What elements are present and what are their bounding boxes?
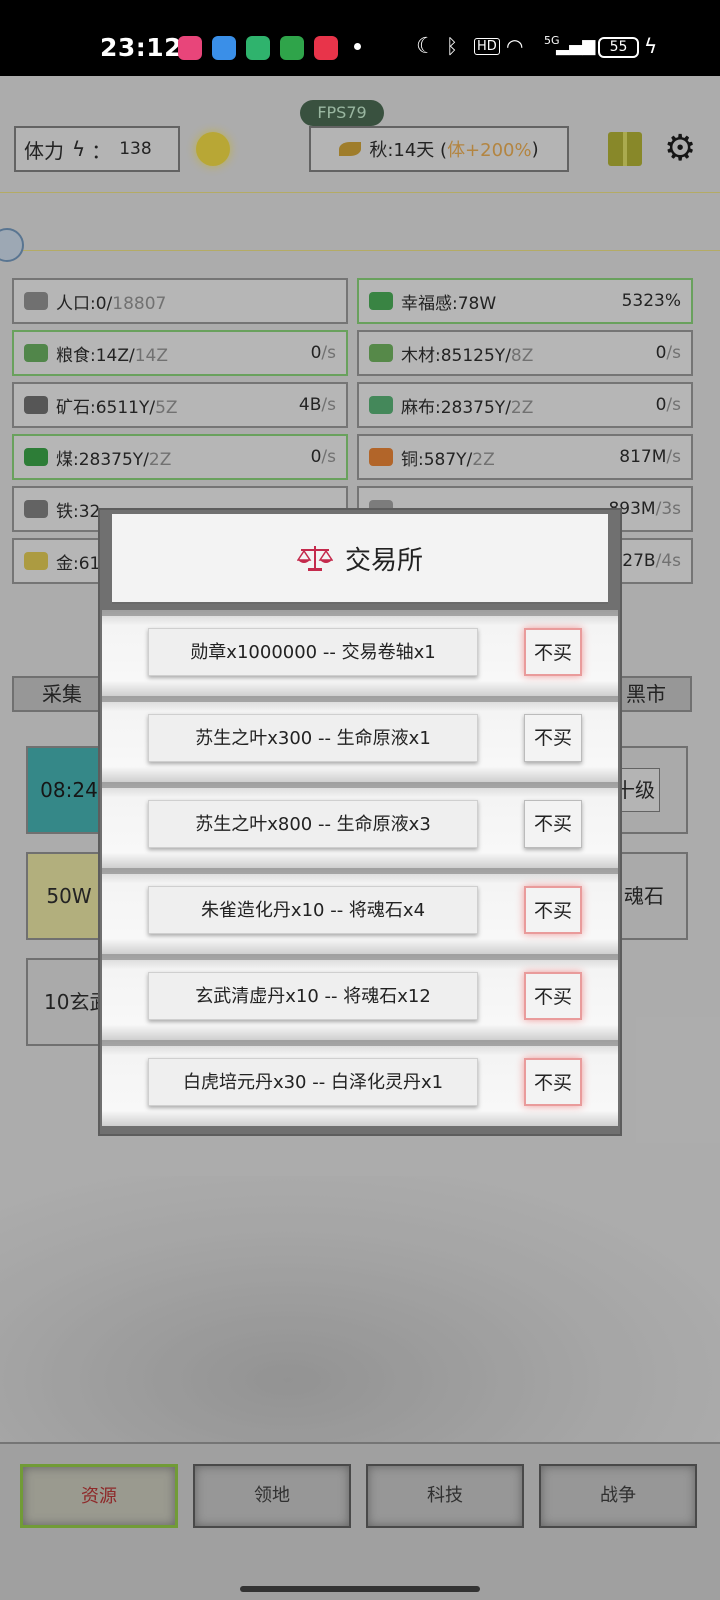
trade-offer[interactable]: 苏生之叶x800 -- 生命原液x3 <box>148 800 478 848</box>
modal-header: 交易所 <box>112 514 608 604</box>
status-bar: 23:12 ☾ ᛒ HD ◠ 5G ▂▄▆ 55 ϟ <box>0 0 720 76</box>
notification-app-icon <box>178 36 202 60</box>
trade-offer[interactable]: 玄武清虚丹x10 -- 将魂石x12 <box>148 972 478 1020</box>
trade-offer[interactable]: 朱雀造化丹x10 -- 将魂石x4 <box>148 886 478 934</box>
dont-buy-button[interactable]: 不买 <box>524 714 582 762</box>
battery-icon: 55 <box>598 37 639 58</box>
trade-offer[interactable]: 勋章x1000000 -- 交易卷轴x1 <box>148 628 478 676</box>
status-time: 23:12 <box>100 33 183 62</box>
trade-list: 勋章x1000000 -- 交易卷轴x1 不买 苏生之叶x300 -- 生命原液x1… <box>100 610 620 1134</box>
charging-icon: ϟ <box>644 34 658 58</box>
moon-icon: ☾ <box>416 34 436 59</box>
wifi-icon: ◠ <box>506 34 524 58</box>
trade-row: 勋章x1000000 -- 交易卷轴x1 不买 <box>102 610 618 696</box>
trade-offer[interactable]: 白虎培元丹x30 -- 白泽化灵丹x1 <box>148 1058 478 1106</box>
bluetooth-icon: ᛒ <box>446 34 458 58</box>
notification-app-icon <box>314 36 338 60</box>
trade-row: 苏生之叶x800 -- 生命原液x3 不买 <box>102 782 618 868</box>
home-indicator[interactable] <box>240 1586 480 1592</box>
exchange-modal: 交易所 勋章x1000000 -- 交易卷轴x1 不买 苏生之叶x300 -- 生命… <box>100 510 620 1134</box>
dont-buy-button[interactable]: 不买 <box>524 886 582 934</box>
hd-icon: HD <box>474 38 500 55</box>
trade-row: 苏生之叶x300 -- 生命原液x1 不买 <box>102 696 618 782</box>
more-notifications-dot <box>354 43 361 50</box>
trade-offer[interactable]: 苏生之叶x300 -- 生命原液x1 <box>148 714 478 762</box>
modal-title: 交易所 <box>344 545 423 576</box>
dont-buy-button[interactable]: 不买 <box>524 628 582 676</box>
trade-row: 白虎培元丹x30 -- 白泽化灵丹x1 不买 <box>102 1040 618 1126</box>
scale-icon <box>296 546 333 571</box>
notification-app-icon <box>246 36 270 60</box>
notification-app-icon <box>212 36 236 60</box>
trade-row: 玄武清虚丹x10 -- 将魂石x12 不买 <box>102 954 618 1040</box>
dont-buy-button[interactable]: 不买 <box>524 1058 582 1106</box>
notification-app-icon <box>280 36 304 60</box>
dont-buy-button[interactable]: 不买 <box>524 972 582 1020</box>
signal-icon: ▂▄▆ <box>556 36 596 56</box>
dont-buy-button[interactable]: 不买 <box>524 800 582 848</box>
trade-row: 朱雀造化丹x10 -- 将魂石x4 不买 <box>102 868 618 954</box>
